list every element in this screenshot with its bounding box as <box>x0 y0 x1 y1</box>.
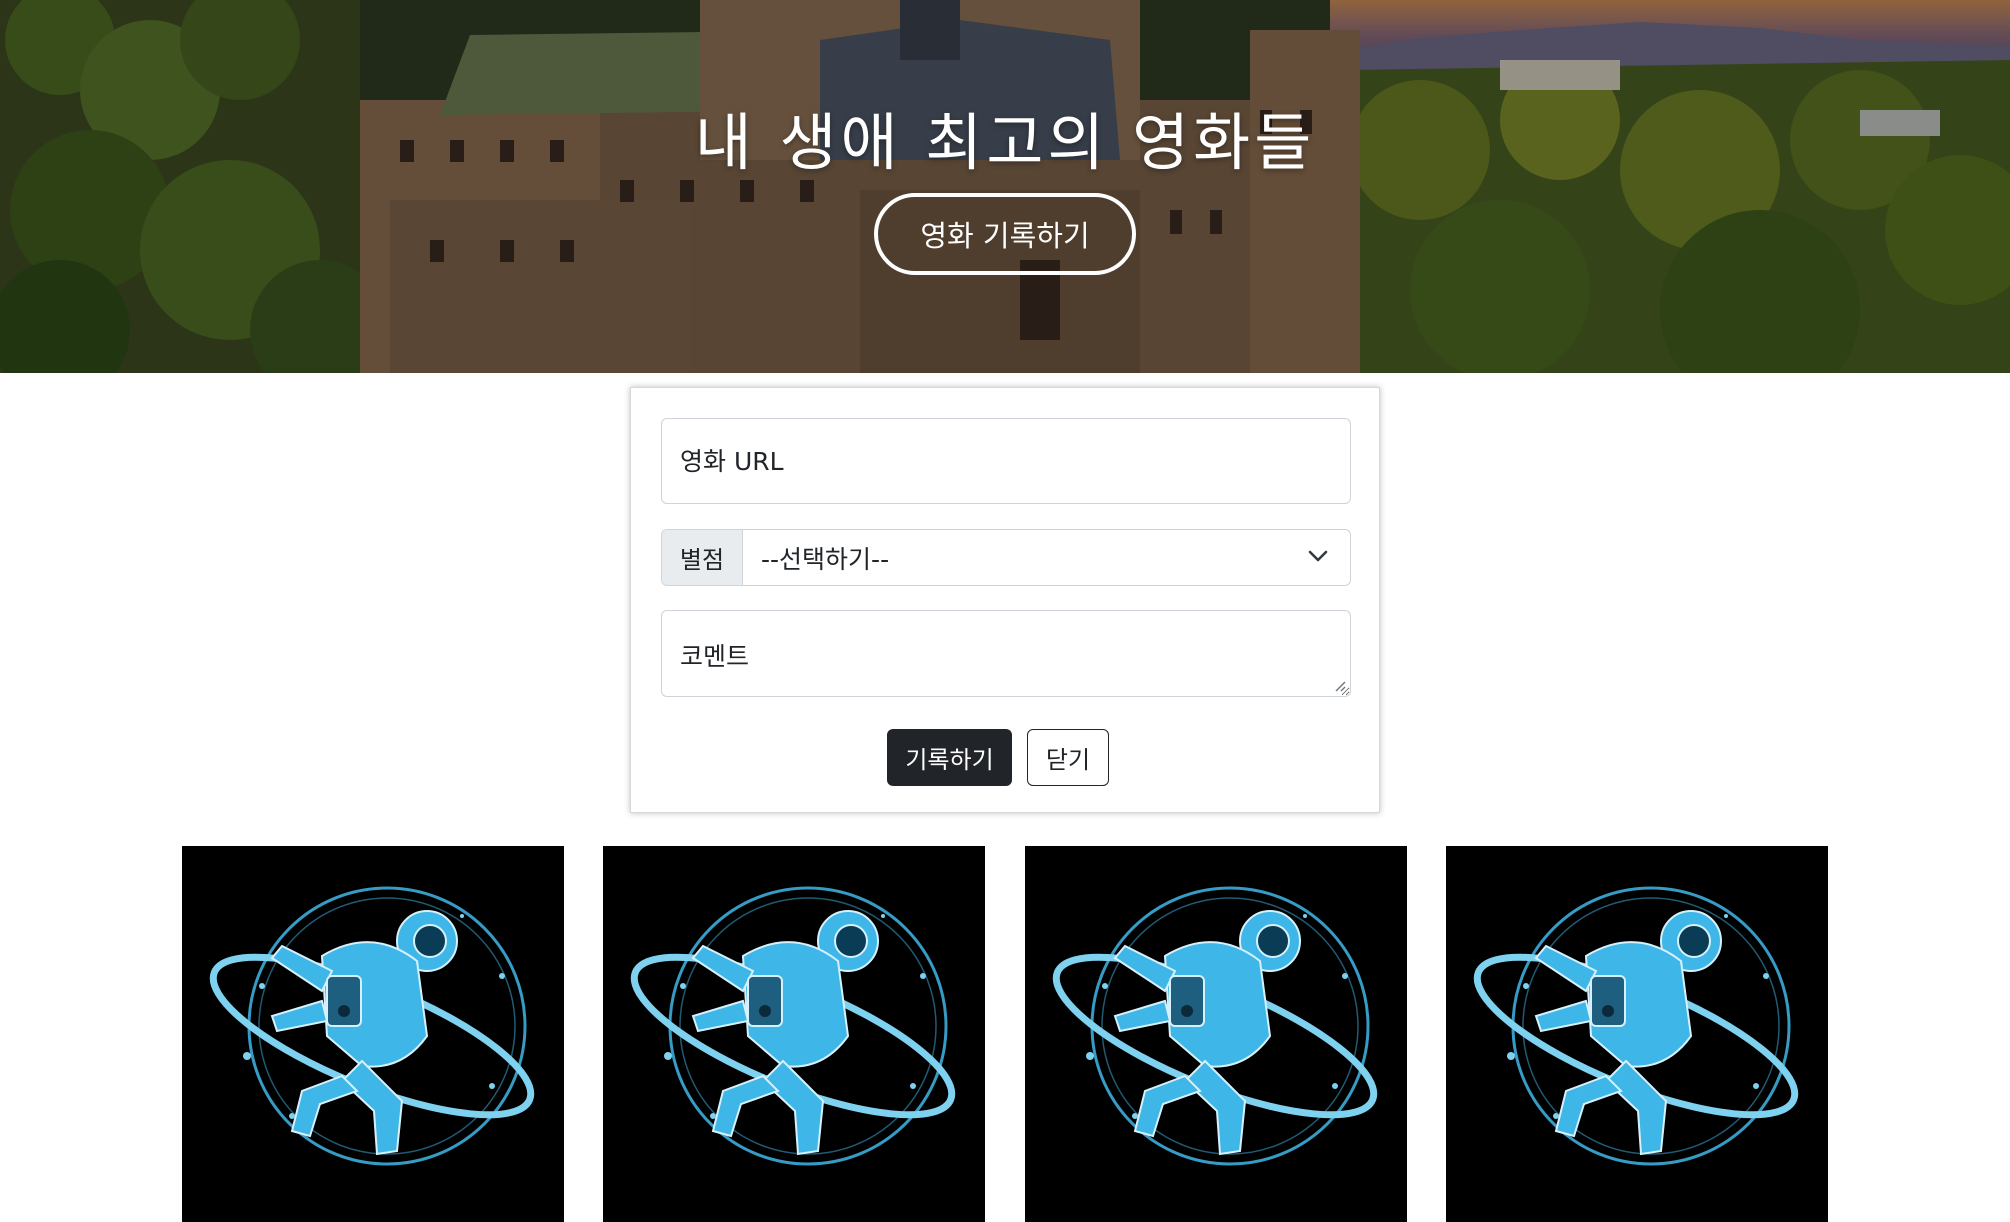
movie-card[interactable] <box>1025 846 1407 1222</box>
movie-card[interactable] <box>182 846 564 1222</box>
hero-banner: 내 생애 최고의 영화들 영화 기록하기 <box>0 0 2010 373</box>
rating-label: 별점 <box>662 530 743 585</box>
movie-card[interactable] <box>603 846 985 1222</box>
open-record-form-button[interactable]: 영화 기록하기 <box>874 193 1136 275</box>
movie-card[interactable] <box>1446 846 1828 1222</box>
astronaut-illustration-image <box>1052 886 1378 1166</box>
comment-textarea[interactable] <box>661 610 1351 697</box>
resize-handle-icon[interactable] <box>1334 680 1346 692</box>
chevron-down-icon <box>1308 550 1328 562</box>
record-form: 별점 --선택하기-- 기록하기 닫기 <box>630 387 1380 813</box>
astronaut-illustration-image <box>630 886 956 1166</box>
page-title: 내 생애 최고의 영화들 <box>694 106 1316 179</box>
astronaut-illustration-image <box>209 886 535 1166</box>
astronaut-illustration-image <box>1473 886 1799 1166</box>
rating-select[interactable]: --선택하기-- <box>743 530 1350 585</box>
close-form-button[interactable]: 닫기 <box>1027 729 1109 786</box>
save-record-button[interactable]: 기록하기 <box>887 729 1012 786</box>
rating-input-group: 별점 --선택하기-- <box>661 529 1351 586</box>
movie-url-input[interactable] <box>661 418 1351 504</box>
rating-select-value: --선택하기-- <box>761 544 890 574</box>
hero-background-image <box>0 0 2010 373</box>
